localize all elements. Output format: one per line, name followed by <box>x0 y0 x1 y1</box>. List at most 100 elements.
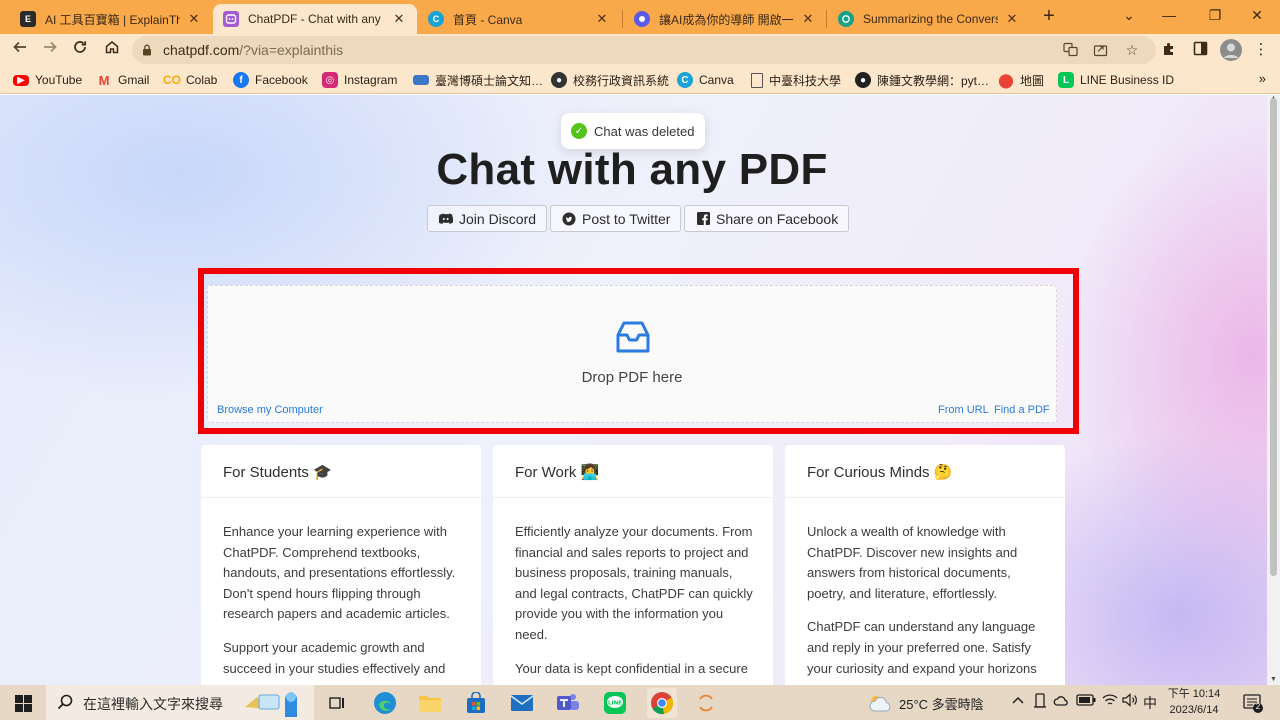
from-url-link[interactable]: From URL <box>938 404 989 416</box>
mail-icon[interactable] <box>509 690 535 716</box>
tray-expand-chevron-icon[interactable] <box>1012 693 1024 708</box>
windows-taskbar: 在這裡輸入文字來搜尋 LINE 25°C 多雲時陰 中 下午 10:14 202… <box>0 685 1280 720</box>
edge-icon[interactable] <box>372 690 398 716</box>
canva-icon: C <box>428 11 444 27</box>
tab-summarizing[interactable]: Summarizing the Conversat… ✕ <box>828 4 1030 34</box>
volume-icon[interactable] <box>1122 693 1138 710</box>
drop-pdf-label: Drop PDF here <box>581 369 683 386</box>
summarize-icon <box>838 11 854 27</box>
teams-icon[interactable] <box>555 690 581 716</box>
scroll-down-arrow-icon[interactable]: ▼ <box>1270 676 1277 683</box>
bookmark-facebook[interactable]: f Facebook <box>233 72 308 88</box>
new-tab-button[interactable]: + <box>1038 5 1060 27</box>
back-arrow-icon[interactable] <box>8 38 32 62</box>
url-path: /?via=explainthis <box>239 42 344 58</box>
join-discord-button[interactable]: Join Discord <box>427 205 548 232</box>
pdf-dropzone[interactable]: Drop PDF here Browse my Computer From UR… <box>207 285 1057 423</box>
translate-icon[interactable] <box>1062 42 1078 58</box>
bookmark-maps[interactable]: ⬤ 地圖 <box>998 72 1044 88</box>
share-on-facebook-button[interactable]: Share on Facebook <box>684 205 850 232</box>
share-icon[interactable] <box>1092 42 1108 58</box>
bookmark-colab[interactable]: CO Colab <box>163 72 217 88</box>
reload-icon[interactable] <box>68 38 92 62</box>
card-paragraph: ChatPDF can understand any language and … <box>807 619 1037 676</box>
wifi-icon[interactable] <box>1102 693 1118 710</box>
weather-cloud-icon[interactable] <box>867 690 893 716</box>
card-paragraph: Efficiently analyze your documents. From… <box>515 524 753 642</box>
notification-center-icon[interactable]: 2 <box>1240 690 1266 716</box>
bookmarks-overflow-icon[interactable]: » <box>1259 71 1266 86</box>
menu-kebab-icon[interactable]: ⋮ <box>1252 41 1270 59</box>
scrollbar-thumb[interactable] <box>1270 98 1277 576</box>
bookmark-youtube[interactable]: ▶ YouTube <box>13 72 82 88</box>
bookmark-gmail[interactable]: M Gmail <box>96 72 150 88</box>
minimize-button[interactable]: — <box>1146 3 1192 27</box>
browser-toolbar: chatpdf.com/?via=explainthis ☆ ⋮ <box>0 34 1280 66</box>
restore-button[interactable]: ❐ <box>1192 3 1238 27</box>
success-check-icon: ✓ <box>571 123 587 139</box>
windows-start-icon[interactable] <box>10 690 36 716</box>
extensions-puzzle-icon[interactable] <box>1160 41 1178 59</box>
bookmark-instagram[interactable]: ◎ Instagram <box>322 72 397 88</box>
bookmark-line-business[interactable]: L LINE Business ID <box>1058 72 1174 88</box>
tab-chatpdf[interactable]: ChatPDF - Chat with any PDF ✕ <box>213 4 417 34</box>
side-panel-icon[interactable] <box>1191 41 1209 59</box>
browse-computer-link[interactable]: Browse my Computer <box>217 404 323 416</box>
weather-text[interactable]: 25°C 多雲時陰 <box>899 694 984 713</box>
address-bar[interactable]: chatpdf.com/?via=explainthis ☆ <box>132 36 1156 64</box>
app-spinner-icon[interactable] <box>693 690 719 716</box>
lock-icon[interactable] <box>142 43 152 56</box>
bookmarks-bar: ▶ YouTube M Gmail CO Colab f Facebook ◎ … <box>0 66 1280 94</box>
taskbar-search-box[interactable]: 在這裡輸入文字來搜尋 <box>46 685 314 720</box>
card-body: Enhance your learning experience with Ch… <box>201 498 481 679</box>
bookmark-thesis[interactable]: 臺灣博碩士論文知… <box>413 72 543 88</box>
close-window-button[interactable]: ✕ <box>1234 3 1280 27</box>
onedrive-icon[interactable] <box>1053 693 1069 710</box>
microsoft-store-icon[interactable] <box>463 690 489 716</box>
toast-notification: ✓ Chat was deleted <box>561 113 705 149</box>
school-admin-icon: ● <box>551 72 567 88</box>
line-app-icon[interactable]: LINE <box>602 690 628 716</box>
bookmark-python-teaching[interactable]: ● 陳鍾文教學網：pyt… <box>855 72 989 88</box>
card-work: For Work 👩‍💻 Efficiently analyze your do… <box>493 445 773 685</box>
ime-indicator[interactable]: 中 <box>1143 693 1157 713</box>
page-scrollbar[interactable]: ▲ ▼ <box>1267 95 1280 685</box>
card-paragraph: Support your academic growth and succeed… <box>223 639 446 676</box>
facebook-icon <box>696 212 710 226</box>
forward-arrow-icon[interactable] <box>38 38 62 62</box>
bookmark-label: Instagram <box>344 73 398 87</box>
bookmark-star-icon[interactable]: ☆ <box>1124 42 1140 58</box>
bookmark-ctust[interactable]: 中臺科技大學 <box>751 72 841 88</box>
tab-ai-tutor[interactable]: 讓AI成為你的導師 開啟一場… ✕ <box>624 4 826 34</box>
canva-icon: C <box>677 72 693 88</box>
card-title: For Curious Minds 🤔 <box>785 445 1065 498</box>
tab-explainthis[interactable]: E AI 工具百寶箱 | ExplainThis ✕ <box>10 4 212 34</box>
chatpdf-icon <box>223 11 239 27</box>
task-view-icon[interactable] <box>324 690 350 716</box>
bookmark-school-admin[interactable]: ● 校務行政資訊系統 <box>551 72 669 88</box>
find-a-pdf-link[interactable]: Find a PDF <box>994 404 1050 416</box>
close-icon[interactable]: ✕ <box>800 11 816 27</box>
card-body: Efficiently analyze your documents. From… <box>493 498 773 679</box>
page-title: Chat with any PDF <box>436 145 828 194</box>
close-icon[interactable]: ✕ <box>391 11 407 27</box>
close-icon[interactable]: ✕ <box>1004 11 1020 27</box>
twitter-icon <box>562 212 576 226</box>
bookmark-canva[interactable]: C Canva <box>677 72 734 88</box>
close-icon[interactable]: ✕ <box>594 11 610 27</box>
clock[interactable]: 下午 10:14 2023/6/14 <box>1164 686 1224 718</box>
tab-separator <box>622 10 623 28</box>
tab-strip: E AI 工具百寶箱 | ExplainThis ✕ ChatPDF - Cha… <box>0 0 1280 34</box>
notification-count: 2 <box>1255 702 1261 711</box>
post-to-twitter-button[interactable]: Post to Twitter <box>550 205 682 232</box>
file-explorer-icon[interactable] <box>417 690 443 716</box>
explainthis-icon: E <box>20 11 36 27</box>
profile-avatar[interactable] <box>1220 39 1242 61</box>
battery-icon[interactable] <box>1076 694 1096 709</box>
tray-app-icon[interactable] <box>1033 693 1047 712</box>
tab-canva[interactable]: C 首頁 - Canva ✕ <box>418 4 620 34</box>
home-icon[interactable] <box>100 38 124 62</box>
chrome-icon[interactable] <box>647 688 677 718</box>
bookmark-label: Facebook <box>255 73 308 87</box>
close-icon[interactable]: ✕ <box>186 11 202 27</box>
